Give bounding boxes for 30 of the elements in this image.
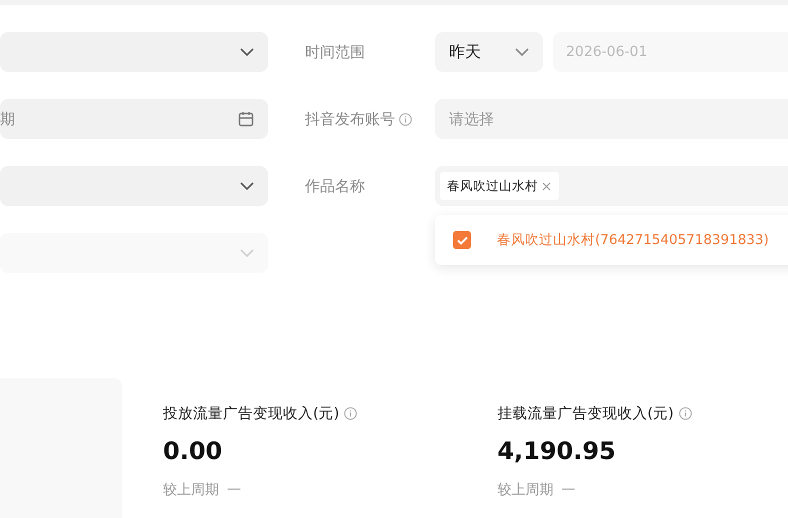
info-icon: [399, 112, 412, 126]
info-icon: [344, 407, 358, 420]
calendar-icon: [238, 111, 254, 127]
metric-title: 投放流量广告变现收入(元): [163, 404, 340, 423]
info-icon: [678, 407, 692, 420]
option-label[interactable]: 春风吹过山水村(7642715405718391833): [497, 231, 769, 249]
date-placeholder: 期: [0, 110, 16, 128]
date-field[interactable]: 2026-06-01: [553, 32, 788, 72]
select-field[interactable]: [0, 166, 268, 206]
compare-label: 较上周期: [163, 481, 219, 499]
field-label: 作品名称: [305, 176, 365, 196]
compare-label: 较上周期: [497, 481, 554, 499]
metric-value: 0.00: [163, 437, 224, 465]
work-select[interactable]: 春风吹过山水村: [435, 166, 788, 206]
field-label: 时间范围: [305, 42, 365, 62]
date-field[interactable]: 期: [0, 99, 268, 139]
checkbox[interactable]: [453, 231, 471, 249]
select-field[interactable]: [0, 233, 268, 273]
metric-title: 挂载流量广告变现收入(元): [497, 404, 674, 423]
close-icon[interactable]: [542, 182, 551, 190]
chevron-down-icon: [515, 48, 529, 56]
compare-value: —: [561, 481, 576, 499]
select-field[interactable]: [0, 32, 268, 72]
range-select[interactable]: 昨天: [435, 32, 543, 72]
selected-tag[interactable]: 春风吹过山水村: [440, 172, 559, 200]
compare-value: —: [227, 481, 241, 499]
metric-value: 4,190.95: [497, 437, 617, 465]
account-select[interactable]: 请选择: [435, 99, 788, 139]
field-label: 抖音发布账号: [305, 110, 395, 128]
check-icon: [456, 236, 468, 244]
